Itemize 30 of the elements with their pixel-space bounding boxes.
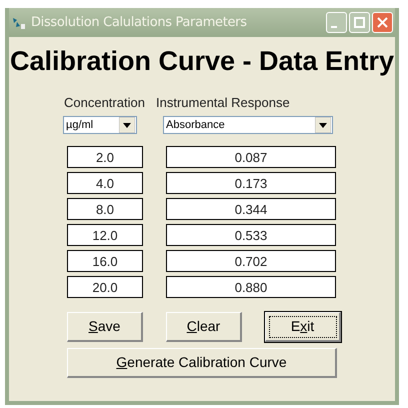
app-icon — [11, 16, 27, 30]
minimize-button[interactable] — [326, 12, 347, 33]
close-icon — [377, 17, 388, 28]
value-field[interactable]: 2.0 — [67, 146, 143, 168]
action-button[interactable]: Clear — [166, 312, 242, 342]
value-field[interactable]: 8.0 — [67, 198, 143, 220]
action-button[interactable]: Save — [67, 312, 143, 342]
value-field[interactable]: 0.087 — [166, 146, 336, 168]
response-dropdown[interactable]: Absorbance — [163, 116, 333, 134]
value-field[interactable]: 0.344 — [166, 198, 336, 220]
value-field[interactable]: 0.533 — [166, 224, 336, 246]
column-label: Instrumental Response — [156, 94, 290, 112]
close-button[interactable] — [372, 12, 393, 33]
heading: Calibration Curve - Data Entry — [9, 45, 395, 78]
dropdown-arrow-icon — [119, 117, 135, 134]
value-field[interactable]: 20.0 — [67, 276, 143, 298]
maximize-button[interactable] — [349, 12, 370, 33]
maximize-icon — [354, 17, 365, 28]
unit-dropdown[interactable]: µg/ml — [63, 116, 137, 134]
action-button[interactable]: Exit — [265, 312, 341, 342]
value-field[interactable]: 0.173 — [166, 172, 336, 194]
value-field[interactable]: 0.702 — [166, 250, 336, 272]
window-title: Dissolution Calulations Parameters — [31, 14, 248, 32]
value-field[interactable]: 0.880 — [166, 276, 336, 298]
value-field[interactable]: 4.0 — [67, 172, 143, 194]
value-field[interactable]: 16.0 — [67, 250, 143, 272]
value-field[interactable]: 12.0 — [67, 224, 143, 246]
column-label: Concentration — [64, 94, 146, 112]
generate-button[interactable]: Generate Calibration Curve — [67, 348, 337, 378]
dropdown-arrow-icon — [315, 117, 331, 134]
